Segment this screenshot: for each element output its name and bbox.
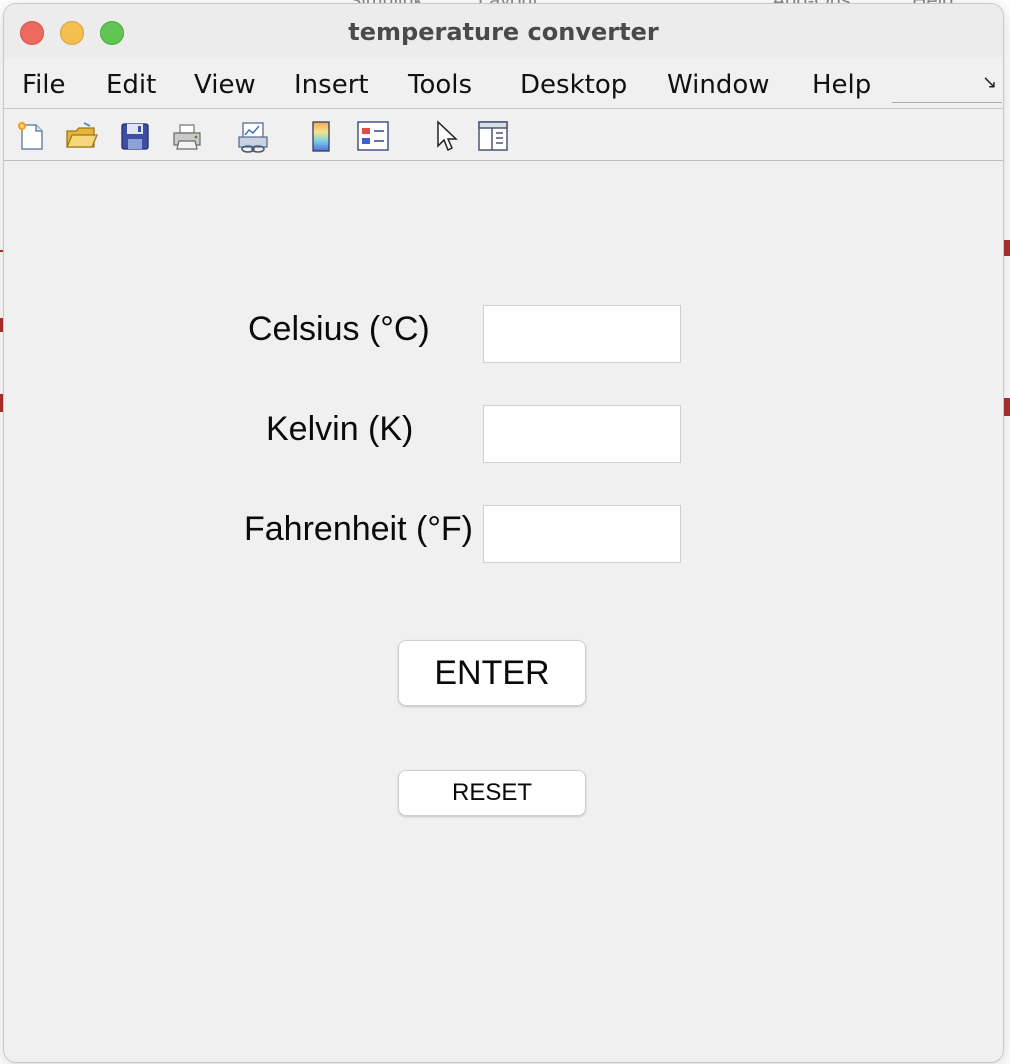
kelvin-label: Kelvin (K): [266, 410, 414, 448]
menu-bar: File Edit View Insert Tools Desktop Wind…: [4, 60, 1003, 109]
legend-icon[interactable]: [356, 119, 390, 153]
new-figure-icon[interactable]: [14, 119, 48, 153]
menu-view[interactable]: View: [194, 70, 256, 100]
link-plot-icon[interactable]: [236, 119, 270, 153]
save-icon[interactable]: [118, 119, 152, 153]
window-title: temperature converter: [348, 18, 659, 46]
print-icon[interactable]: [170, 119, 204, 153]
property-inspector-icon[interactable]: [476, 119, 510, 153]
toolbar-dock-arrow-icon[interactable]: ↘: [982, 72, 997, 93]
menu-divider: [892, 102, 1002, 103]
celsius-input[interactable]: [483, 305, 681, 363]
toolbar: [4, 109, 1003, 161]
background-red-mark: [1004, 240, 1010, 256]
menu-desktop[interactable]: Desktop: [520, 70, 627, 100]
menu-edit[interactable]: Edit: [106, 70, 156, 100]
open-file-icon[interactable]: [64, 119, 98, 153]
figure-window: temperature converter File Edit View Ins…: [4, 4, 1003, 1062]
menu-insert[interactable]: Insert: [294, 70, 369, 100]
fahrenheit-input[interactable]: [483, 505, 681, 563]
pointer-icon[interactable]: [430, 119, 464, 153]
kelvin-input[interactable]: [483, 405, 681, 463]
fahrenheit-label: Fahrenheit (°F): [244, 510, 474, 548]
menu-window[interactable]: Window: [667, 70, 770, 100]
menu-tools[interactable]: Tools: [408, 70, 472, 100]
enter-button[interactable]: ENTER: [398, 640, 586, 706]
background-red-mark: [1004, 398, 1010, 416]
colorbar-icon[interactable]: [304, 119, 338, 153]
menu-help[interactable]: Help: [812, 70, 871, 100]
title-bar[interactable]: temperature converter: [4, 4, 1003, 58]
menu-file[interactable]: File: [22, 70, 66, 100]
celsius-label: Celsius (°C): [248, 310, 430, 348]
reset-button[interactable]: RESET: [398, 770, 586, 816]
